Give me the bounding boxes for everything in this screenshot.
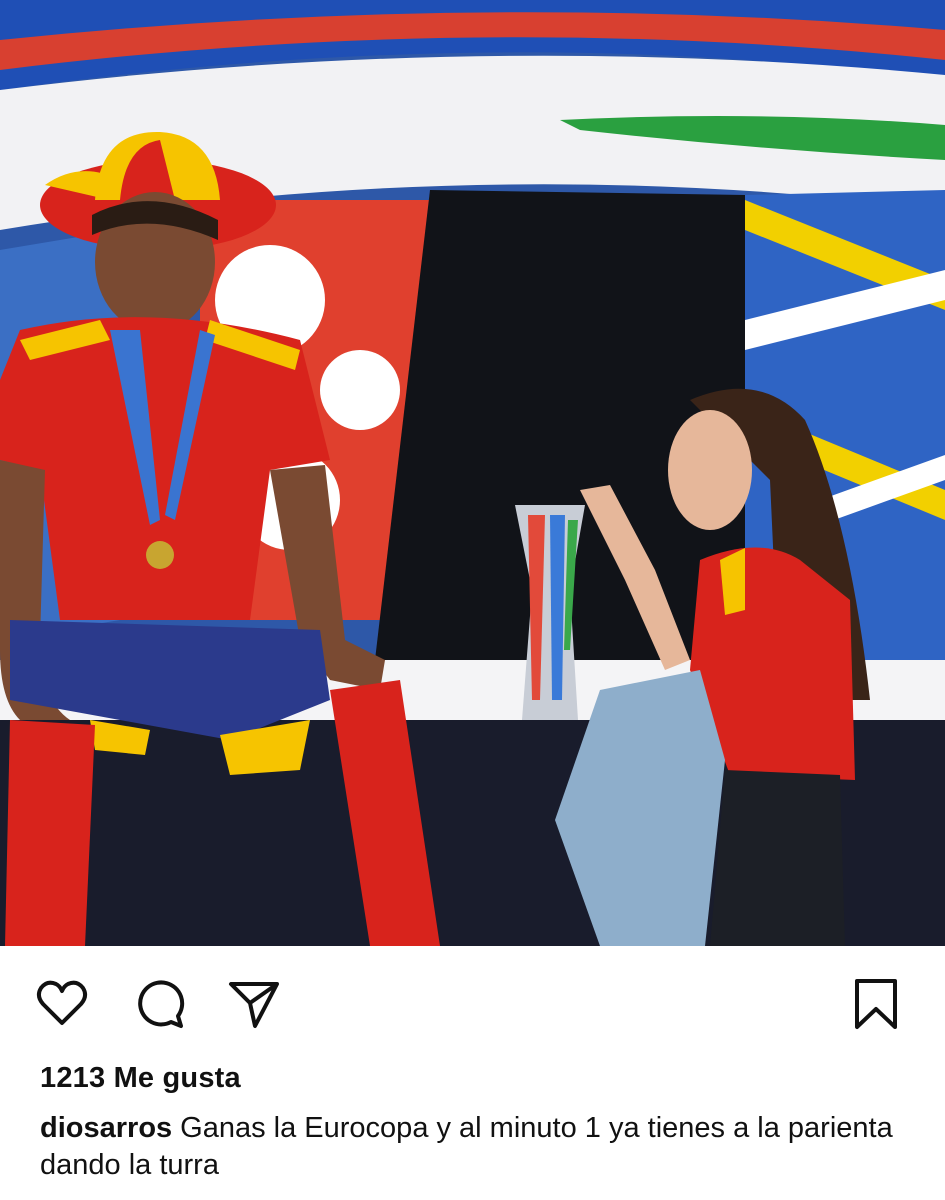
save-button[interactable] <box>848 976 904 1032</box>
comment-button[interactable] <box>131 976 187 1032</box>
caption-username[interactable]: diosarros <box>40 1112 172 1144</box>
likes-count[interactable]: 1213 Me gusta <box>40 1062 241 1095</box>
post-photo[interactable] <box>0 0 945 946</box>
photo-illustration <box>0 0 945 946</box>
bookmark-icon <box>855 979 897 1029</box>
share-button[interactable] <box>226 976 282 1032</box>
comment-icon <box>138 980 185 1028</box>
post-actions-bar <box>0 946 945 1056</box>
heart-icon <box>36 980 88 1025</box>
send-icon <box>229 982 279 1028</box>
instagram-post: 1213 Me gusta diosarros Ganas la Eurocopa… <box>0 0 945 1200</box>
post-caption: diosarros Ganas la Eurocopa y al minuto 1… <box>40 1110 915 1184</box>
like-button[interactable] <box>34 976 90 1032</box>
